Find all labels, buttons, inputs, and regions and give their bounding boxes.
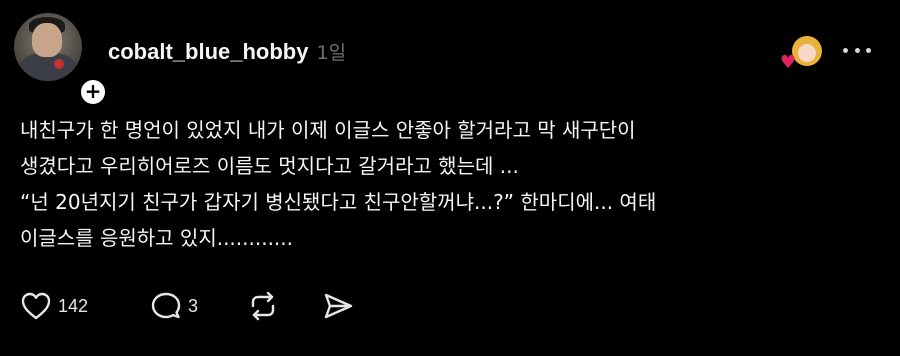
post-body-line: 생겼다고 우리히어로즈 이름도 멋지다고 갈거라고 했는데 ...: [20, 154, 519, 178]
send-paper-plane-icon: [324, 293, 353, 319]
action-bar: 142 3: [20, 286, 354, 326]
comment-button[interactable]: 3: [150, 291, 247, 321]
more-dots-icon[interactable]: [843, 40, 871, 60]
plus-icon: +: [84, 79, 102, 103]
follow-button[interactable]: +: [78, 77, 108, 107]
thread-post: + cobalt_blue_hobby 1일 ♥ 내친구가 한 명언이 있었지 …: [0, 0, 900, 356]
like-count: 142: [58, 295, 89, 316]
heart-sticker-icon: ♥: [780, 52, 797, 73]
post-time: 1일: [316, 42, 347, 64]
heart-outline-icon: [21, 292, 51, 320]
share-button[interactable]: [322, 291, 354, 321]
comment-bubble-icon: [151, 292, 181, 319]
avatar[interactable]: [14, 13, 82, 81]
post-body-line: 내친구가 한 명언이 있었지 내가 이제 이글스 안좋아 할거라고 막 새구단이: [20, 118, 636, 142]
repost-button[interactable]: [247, 291, 322, 321]
like-button[interactable]: 142: [20, 291, 150, 321]
post-body-line: 이글스를 응원하고 있지............: [20, 226, 294, 250]
repost-arrows-icon: [251, 291, 275, 321]
post-body: 내친구가 한 명언이 있었지 내가 이제 이글스 안좋아 할거라고 막 새구단이…: [20, 112, 880, 256]
post-header: cobalt_blue_hobby 1일: [108, 38, 346, 65]
avatar-container[interactable]: +: [14, 13, 108, 107]
post-body-line: “넌 20년지기 친구가 갑자기 병신됐다고 친구안할꺼냐...?” 한마디에.…: [20, 190, 657, 214]
username[interactable]: cobalt_blue_hobby: [108, 39, 308, 65]
comment-count: 3: [188, 295, 199, 316]
profile-sticker-icon[interactable]: ♥: [778, 36, 822, 72]
